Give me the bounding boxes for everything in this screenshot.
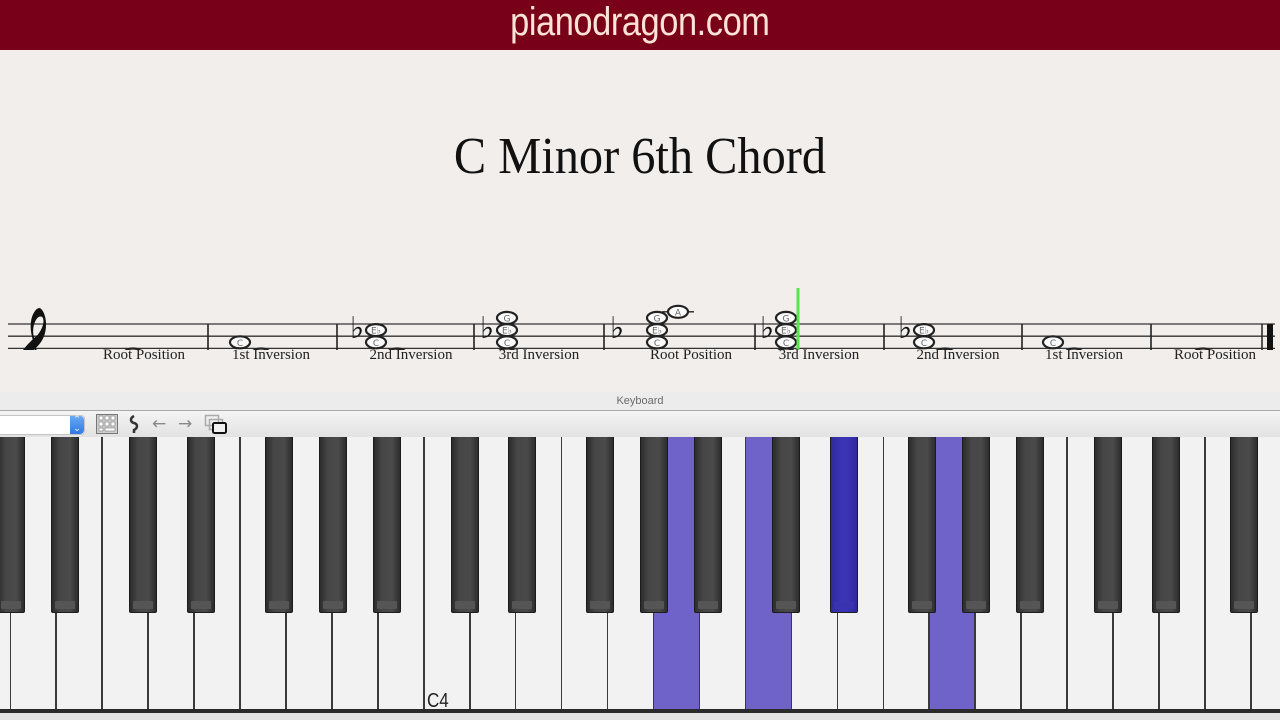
piano-keyboard: C4	[0, 437, 1280, 713]
chord-position-label: Root Position	[1173, 347, 1257, 363]
black-key-db3[interactable]	[128, 437, 157, 613]
black-key-eb4[interactable]	[508, 437, 537, 613]
flat-icon: ♭	[610, 311, 624, 346]
black-key-db4[interactable]	[450, 437, 479, 613]
black-key-db6[interactable]	[1093, 437, 1122, 613]
black-key-gb6[interactable]	[1229, 437, 1258, 613]
chord-position-label: 1st Inversion	[1045, 347, 1123, 363]
chord-position-label: 2nd Inversion	[369, 347, 453, 363]
flat-icon: ♭	[480, 311, 494, 346]
site-banner: pianodragon.com	[0, 0, 1280, 50]
black-key-ab3[interactable]	[318, 437, 347, 613]
black-key-gb3[interactable]	[264, 437, 293, 613]
black-key-bb5[interactable]	[1015, 437, 1044, 613]
black-key-gb5[interactable]	[908, 437, 936, 613]
chord-position-label: 3rd Inversion	[778, 347, 860, 363]
black-key-ab2[interactable]	[0, 437, 25, 613]
chord-position-label: 1st Inversion	[232, 347, 310, 363]
black-key-bb2[interactable]	[50, 437, 79, 613]
flat-icon: ♭	[898, 311, 912, 346]
keyboard-window-titlebar[interactable]: Keyboard	[0, 392, 1280, 411]
note-letter: G	[654, 314, 661, 324]
flat-icon: ♭	[760, 311, 774, 346]
black-key-eb3[interactable]	[186, 437, 215, 613]
note-letter: E♭	[652, 327, 662, 337]
flat-icon: ♭	[350, 311, 364, 346]
black-key-ab5[interactable]	[961, 437, 990, 613]
treble-clef-icon: 𝄞	[6, 305, 58, 350]
chord-title: C Minor 6th Chord	[453, 128, 827, 185]
black-key-db5[interactable]	[772, 437, 801, 613]
black-key-bb3[interactable]	[372, 437, 401, 613]
site-name: pianodragon.com	[510, 0, 770, 44]
chord-position-label: Root Position	[649, 347, 733, 363]
note-letter: A	[675, 308, 682, 318]
black-key-eb5[interactable]	[830, 437, 859, 613]
note-letter: E♭	[919, 327, 929, 337]
black-key-ab4[interactable]	[640, 437, 669, 613]
final-barline-thick	[1267, 324, 1273, 350]
black-key-bb4[interactable]	[694, 437, 723, 613]
select-stepper-icon[interactable]: ⌃ ⌄	[70, 416, 84, 434]
keyboard-window-title: Keyboard	[616, 395, 664, 407]
note-letter: E♭	[502, 327, 512, 337]
instrument-select[interactable]: ⌃ ⌄	[0, 415, 85, 435]
chord-position-label: 3rd Inversion	[498, 347, 580, 363]
keyboard-toolbar: ⌃ ⌄ ← →	[0, 411, 1280, 438]
black-key-eb6[interactable]	[1151, 437, 1180, 613]
music-staff: 𝄞CE♭GA♭E♭GAC♭GACE♭♭ACE♭G♭CE♭GA♭ACE♭G♭GAC…	[6, 288, 1275, 350]
black-key-gb4[interactable]	[586, 437, 615, 613]
note-letter: E♭	[371, 327, 381, 337]
chord-position-label: Root Position	[102, 347, 186, 363]
keyboard-status-bar	[0, 713, 1280, 720]
note-letter: G	[783, 314, 790, 324]
note-letter: E♭	[781, 327, 791, 337]
arrow-right-icon[interactable]: →	[178, 414, 192, 434]
keyboard-layout-icon[interactable]	[96, 414, 118, 434]
window-icon[interactable]	[204, 414, 228, 434]
sheet-music-area: C Minor 6th Chord 𝄞CE♭GA♭E♭GAC♭GACE♭♭ACE…	[0, 50, 1280, 392]
note-letter: G	[504, 314, 511, 324]
middle-c-label: C4	[427, 690, 449, 712]
metronome-icon[interactable]	[128, 414, 140, 434]
chord-position-label: 2nd Inversion	[916, 347, 1000, 363]
arrow-left-icon[interactable]: ←	[152, 414, 166, 434]
